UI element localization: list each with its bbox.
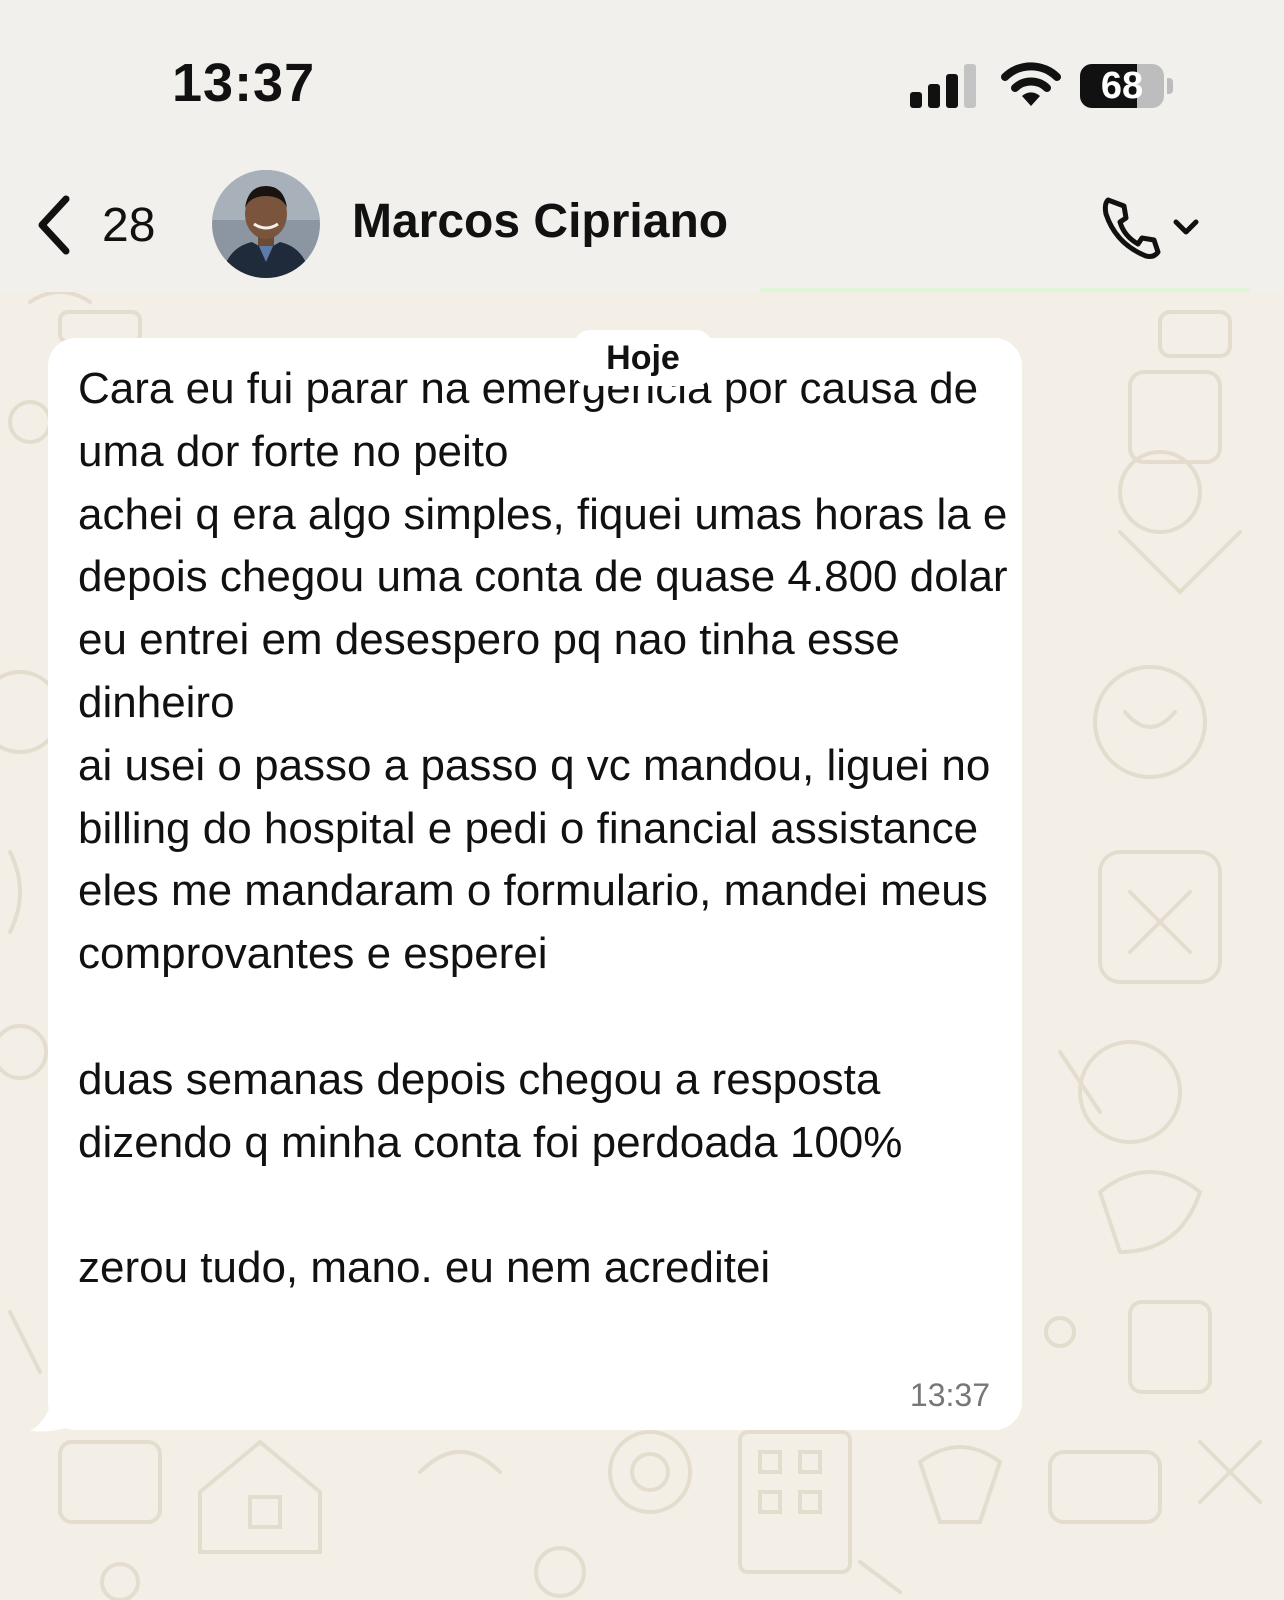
back-button[interactable]: 28 [36, 190, 176, 260]
status-bar: 13:37 68 [0, 0, 1284, 160]
wifi-icon [1001, 62, 1061, 106]
status-time: 13:37 [172, 53, 316, 113]
message-bubble[interactable]: Cara eu fui parar na emergencia por caus… [48, 338, 1022, 1430]
date-separator: Hoje [574, 330, 712, 386]
contact-name[interactable]: Marcos Cipriano [352, 194, 728, 249]
battery-level: 68 [1100, 65, 1144, 107]
bubble-tail [30, 1397, 70, 1432]
chevron-left-icon [38, 195, 70, 255]
chat-area[interactable]: Cara eu fui parar na emergencia por caus… [0, 292, 1284, 1600]
cellular-signal-icon [910, 64, 976, 108]
phone-icon [1102, 197, 1161, 259]
battery-icon: 68 [1080, 64, 1173, 108]
unread-count: 28 [102, 198, 156, 252]
message-time: 13:37 [909, 1377, 990, 1413]
chevron-down-icon [1173, 219, 1199, 235]
avatar[interactable] [212, 170, 320, 278]
chat-header: 28 Marcos Cipriano [0, 160, 1284, 294]
call-button[interactable] [1094, 188, 1214, 268]
message-text: Cara eu fui parar na emergencia por caus… [78, 364, 1008, 1293]
